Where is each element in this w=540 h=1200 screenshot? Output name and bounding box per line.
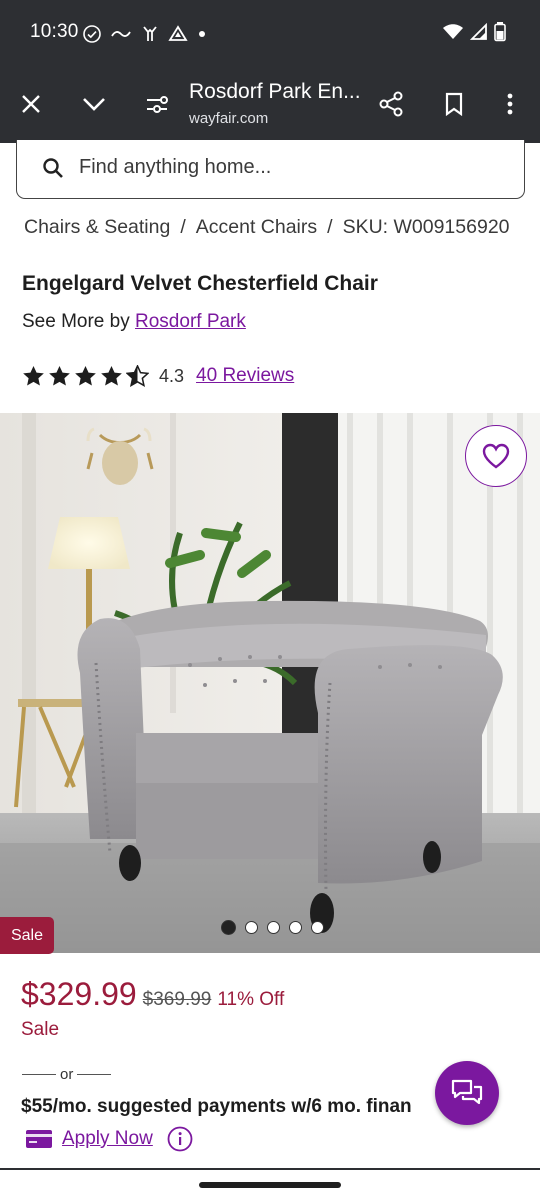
star-full-icon xyxy=(23,365,44,386)
bookmark-icon xyxy=(445,92,463,116)
tab-url[interactable]: wayfair.com xyxy=(189,110,268,127)
home-gesture-handle[interactable] xyxy=(199,1182,341,1188)
breadcrumb-sku: SKU: W009156920 xyxy=(342,216,510,238)
status-icons-right xyxy=(442,22,506,42)
see-more-by: See More by Rosdorf Park xyxy=(22,311,246,333)
divider-line xyxy=(22,1074,56,1075)
apply-row: Apply Now xyxy=(26,1126,193,1152)
search-icon xyxy=(43,158,63,178)
payment-plan-text: $55/mo. suggested payments w/6 mo. finan xyxy=(21,1096,412,1117)
sale-price: $329.99 xyxy=(21,976,137,1012)
apply-now-link[interactable]: Apply Now xyxy=(62,1128,153,1150)
product-image[interactable] xyxy=(0,413,540,953)
system-nav-bar xyxy=(0,1168,540,1200)
rating-value: 4.3 xyxy=(159,365,185,386)
more-options-button[interactable] xyxy=(492,86,528,122)
sale-label: Sale xyxy=(21,1019,60,1040)
chevron-down-icon xyxy=(83,98,105,111)
carousel-dot[interactable] xyxy=(267,921,280,934)
carousel-dot[interactable] xyxy=(289,921,302,934)
status-bar: 10:30 xyxy=(0,0,540,66)
tilde-icon xyxy=(111,31,131,37)
nav-bar-divider xyxy=(0,1168,540,1170)
reviews-link[interactable]: 40 Reviews xyxy=(196,365,294,387)
star-full-icon xyxy=(49,365,70,386)
check-circle-icon xyxy=(83,25,101,43)
image-carousel-dots xyxy=(221,920,324,935)
star-full-icon xyxy=(75,365,96,386)
sale-badge: Sale xyxy=(0,917,54,954)
dot-icon xyxy=(199,31,205,37)
carousel-dot[interactable] xyxy=(221,920,236,935)
battery-icon xyxy=(494,22,506,42)
page-settings-button[interactable] xyxy=(139,86,175,122)
share-icon xyxy=(379,91,403,117)
star-full-icon xyxy=(101,365,122,386)
see-more-prefix: See More by xyxy=(22,311,130,332)
breadcrumb-separator: / xyxy=(180,216,186,238)
breadcrumb-item-accent-chairs[interactable]: Accent Chairs xyxy=(196,216,317,239)
rating-stars xyxy=(22,365,149,387)
share-button[interactable] xyxy=(373,86,409,122)
info-icon[interactable] xyxy=(167,1126,193,1152)
close-icon xyxy=(22,95,40,113)
credit-card-icon xyxy=(26,1130,52,1148)
chat-bubbles-icon xyxy=(451,1079,483,1105)
search-input[interactable] xyxy=(79,156,499,179)
tab-title[interactable]: Rosdorf Park En... xyxy=(189,80,361,104)
chesterfield-chair-photo xyxy=(0,413,540,953)
close-tab-button[interactable] xyxy=(13,86,49,122)
minimize-button[interactable] xyxy=(76,86,112,122)
bookmark-button[interactable] xyxy=(436,86,472,122)
or-text: or xyxy=(60,1066,74,1083)
product-title: Engelgard Velvet Chesterfield Chair xyxy=(22,272,378,295)
search-bar[interactable] xyxy=(16,140,525,199)
price-row: $329.99 $369.99 11% Off xyxy=(21,976,284,1013)
browser-toolbar: Rosdorf Park En... wayfair.com xyxy=(0,66,540,143)
original-price: $369.99 xyxy=(142,989,212,1010)
breadcrumb-separator: / xyxy=(327,216,333,238)
carousel-dot[interactable] xyxy=(245,921,258,934)
divider-line xyxy=(77,1074,112,1075)
page-settings-icon xyxy=(147,96,168,113)
hands-icon xyxy=(143,26,157,41)
star-half-icon xyxy=(126,365,149,387)
signal-icon xyxy=(470,23,487,40)
status-time: 10:30 xyxy=(30,21,79,42)
drive-icon xyxy=(168,25,188,41)
heart-icon xyxy=(482,443,510,469)
breadcrumb: Chairs & Seating / Accent Chairs / SKU: … xyxy=(24,216,510,239)
favorite-button[interactable] xyxy=(465,425,527,487)
rating-row: 4.3 40 Reviews xyxy=(22,362,294,390)
chat-button[interactable] xyxy=(435,1061,499,1125)
or-divider: or xyxy=(22,1066,112,1083)
brand-link[interactable]: Rosdorf Park xyxy=(135,311,246,332)
breadcrumb-item-chairs-seating[interactable]: Chairs & Seating xyxy=(24,216,170,239)
more-vert-icon xyxy=(507,93,513,115)
wifi-icon xyxy=(443,24,463,39)
status-icons-left xyxy=(82,24,208,44)
carousel-dot[interactable] xyxy=(311,921,324,934)
discount-percent: 11% Off xyxy=(217,989,285,1010)
